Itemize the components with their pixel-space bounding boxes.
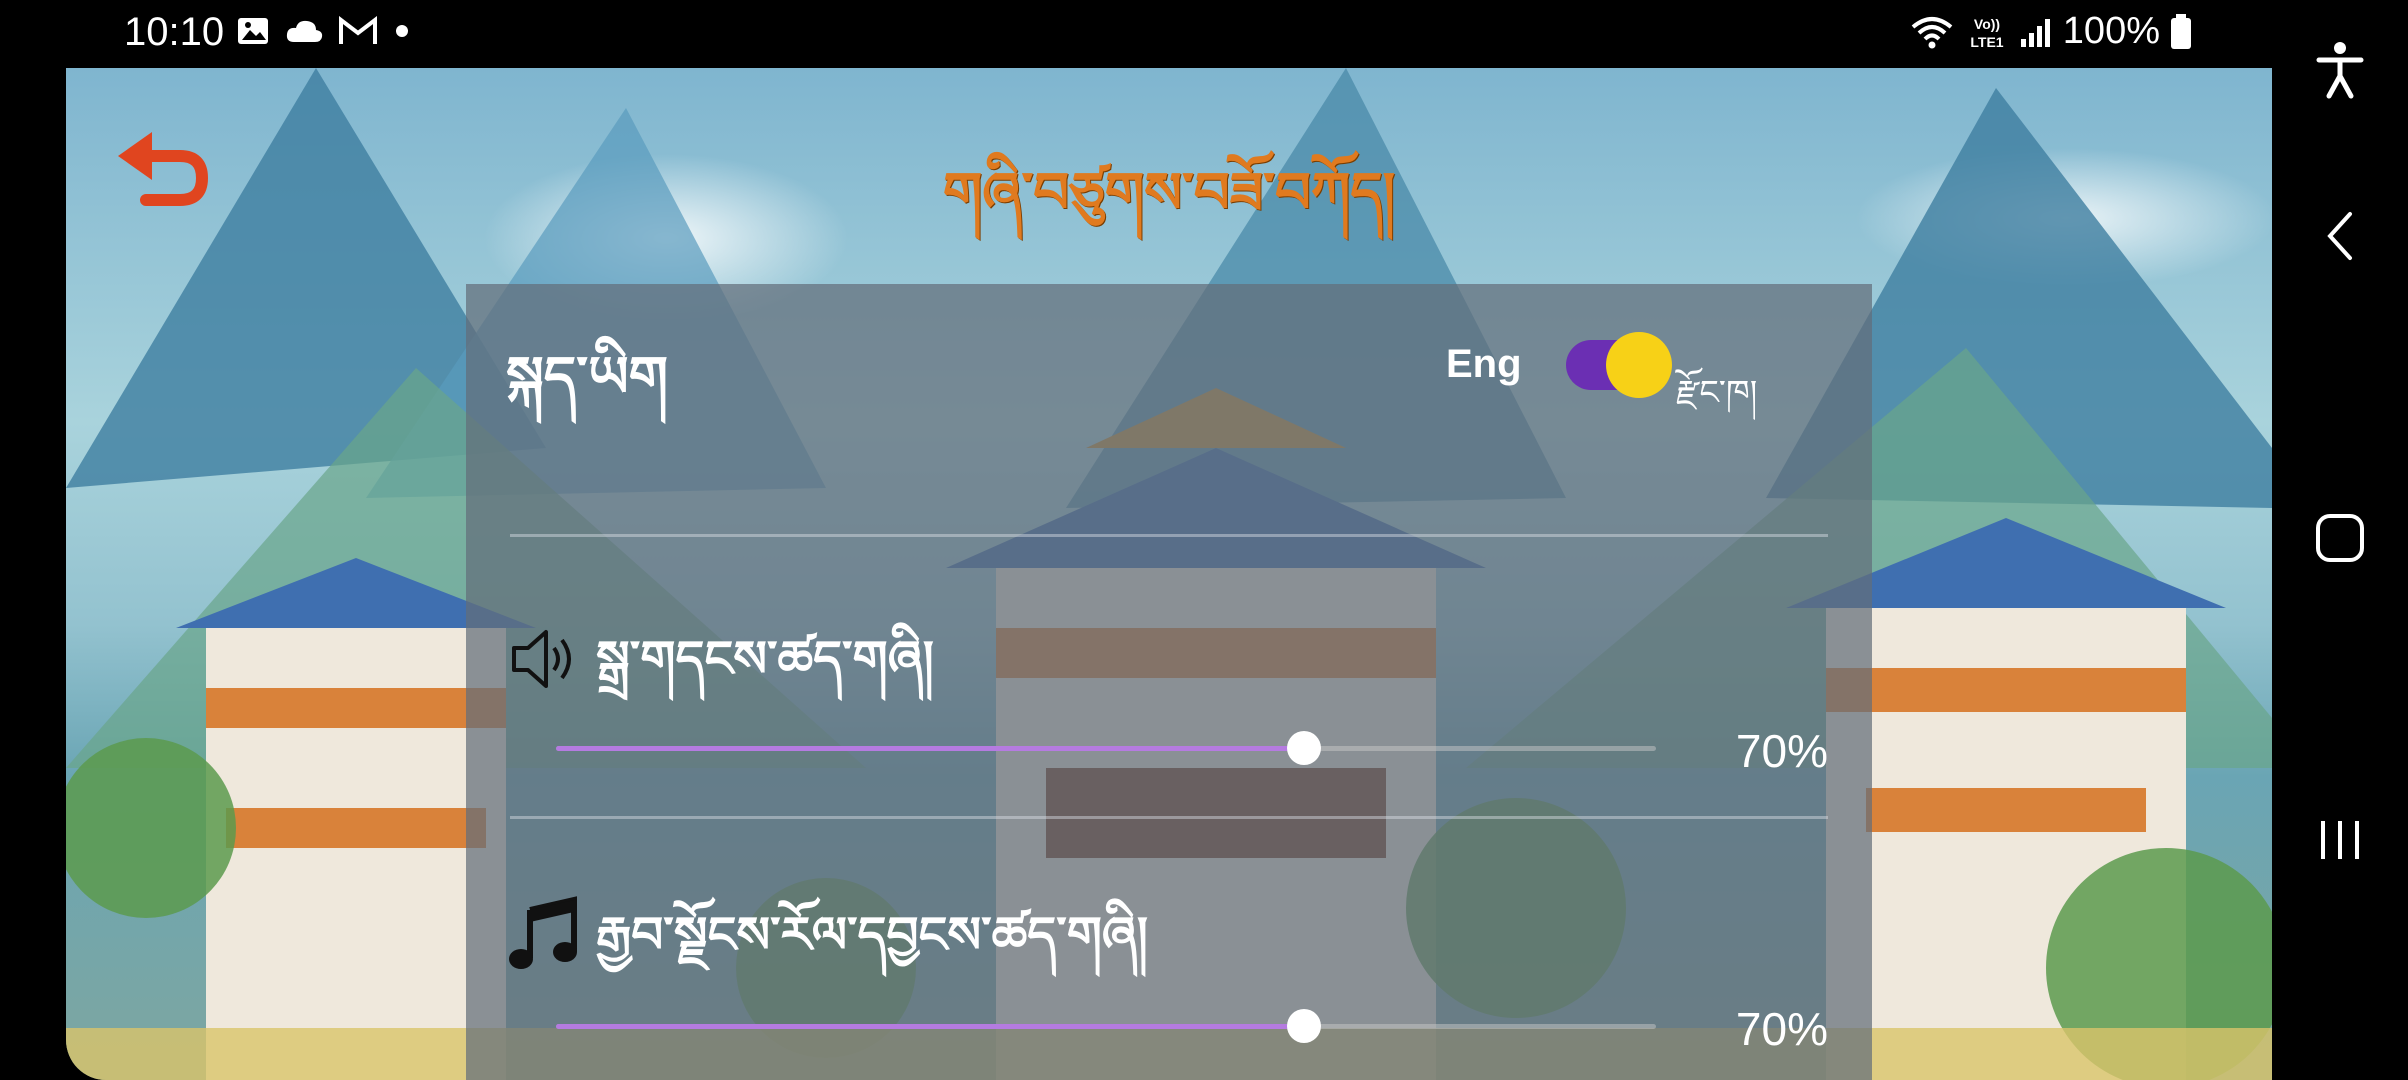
divider: [510, 534, 1828, 537]
recents-nav-button[interactable]: [2300, 800, 2380, 880]
language-toggle-knob[interactable]: [1606, 332, 1672, 398]
sound-volume-label: སྒྲ་གདངས་ཚད་གཞི།: [596, 630, 934, 688]
notification-icons: [236, 14, 412, 48]
recents-icon: [2321, 821, 2359, 859]
volte-icon: Vo)) LTE1: [1970, 16, 2003, 50]
language-option-english: Eng: [1446, 342, 1522, 386]
music-volume-label: རྒྱབ་སྗོངས་རོལ་དབྱངས་ཚད་གཞི།: [596, 906, 1148, 964]
language-label: སྐད་ཡིག: [506, 345, 669, 410]
wifi-icon: [1911, 16, 1953, 48]
battery-icon: [2171, 13, 2191, 49]
back-nav-button[interactable]: [2300, 196, 2380, 276]
accessibility-icon: [2316, 42, 2364, 99]
music-note-icon: [508, 896, 578, 976]
speaker-icon: [508, 624, 578, 698]
accessibility-button[interactable]: [2300, 30, 2380, 110]
chevron-left-icon: [2327, 212, 2352, 260]
battery-percent: 100%: [2062, 10, 2160, 52]
svg-text:LTE1: LTE1: [1970, 34, 2003, 50]
language-option-dzongkha: རྫོང་ཁ།: [1676, 373, 1758, 413]
dot-icon: [396, 25, 408, 37]
music-volume-percent: 70%: [1735, 1003, 1828, 1055]
status-icons: Vo)) LTE1 100%: [1909, 10, 2192, 53]
music-volume-fill: [556, 1024, 1304, 1029]
status-bar: 10:10 Vo)) LTE1 100%: [0, 0, 2408, 68]
gmail-icon: [339, 16, 377, 44]
sound-volume-thumb[interactable]: [1287, 731, 1321, 765]
home-nav-button[interactable]: [2300, 498, 2380, 578]
svg-text:Vo)): Vo)): [1974, 16, 2000, 32]
music-volume-thumb[interactable]: [1287, 1009, 1321, 1043]
sound-volume-fill: [556, 746, 1304, 751]
sound-volume-percent: 70%: [1735, 725, 1828, 777]
divider: [510, 816, 1828, 819]
image-icon: [238, 18, 268, 44]
navigation-bar: [2272, 0, 2408, 1080]
sound-volume-slider[interactable]: [556, 731, 1656, 765]
signal-icon: [2020, 18, 2050, 47]
music-volume-slider[interactable]: [556, 1009, 1656, 1043]
cloud-icon: [286, 20, 323, 42]
clock: 10:10: [124, 10, 225, 54]
page-title: གཞི་བཙུགས་བཟོ་བཀོད།: [942, 161, 1396, 226]
settings-panel: སྐད་ཡིག Eng རྫོང་ཁ། སྒྲ་གདངས་ཚད་གཞི། 70%: [466, 284, 1872, 1080]
home-square-icon: [2316, 514, 2364, 562]
app-screen: གཞི་བཙུགས་བཟོ་བཀོད། སྐད་ཡིག Eng རྫོང་ཁ། …: [66, 68, 2272, 1080]
